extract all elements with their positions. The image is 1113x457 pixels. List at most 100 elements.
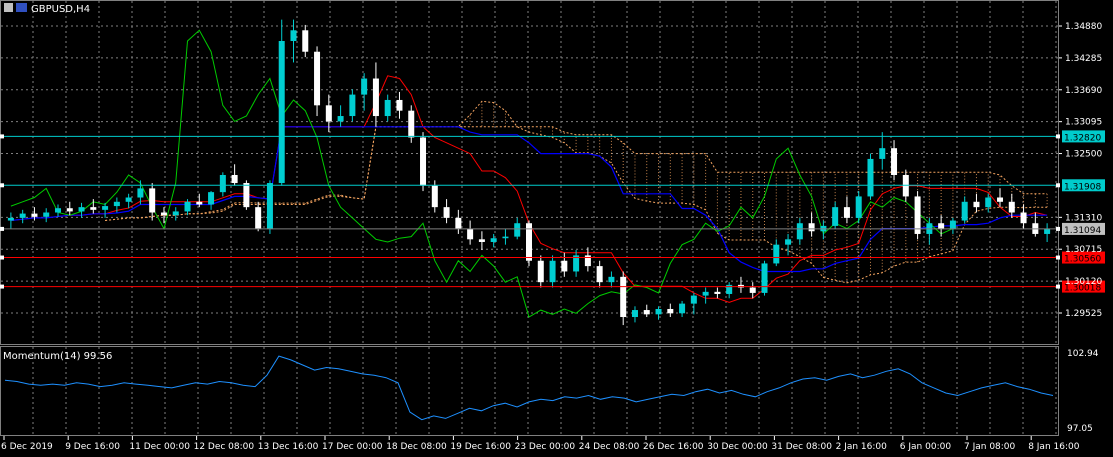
candle-body[interactable]: [384, 99, 391, 117]
candle-body[interactable]: [561, 260, 568, 272]
candle-body[interactable]: [867, 158, 874, 197]
time-axis-label: 6 Dec 2019: [1, 442, 53, 452]
candle-body[interactable]: [537, 260, 544, 283]
candle-body[interactable]: [467, 228, 474, 240]
candle-body[interactable]: [43, 212, 50, 217]
candle-body[interactable]: [502, 236, 509, 239]
candle-body[interactable]: [396, 99, 403, 111]
candle-body[interactable]: [196, 201, 203, 205]
candle-body[interactable]: [584, 255, 591, 267]
candle-body[interactable]: [949, 220, 956, 229]
price-tag-label: 1.31094: [1064, 226, 1101, 236]
price-line-handle[interactable]: [1056, 284, 1060, 289]
candle-body[interactable]: [349, 94, 356, 117]
candle-body[interactable]: [172, 211, 179, 216]
candle-body[interactable]: [231, 174, 238, 184]
candle-body[interactable]: [714, 291, 721, 294]
grid: [0, 0, 1059, 436]
price-line-handle[interactable]: [0, 226, 4, 231]
candle-body[interactable]: [455, 217, 462, 229]
candle-body[interactable]: [843, 207, 850, 218]
candle-body[interactable]: [160, 212, 167, 216]
candle-body[interactable]: [266, 183, 273, 229]
candle-body[interactable]: [219, 174, 226, 193]
candle-body[interactable]: [102, 206, 109, 210]
candle-body[interactable]: [78, 207, 85, 212]
candle-body[interactable]: [631, 310, 638, 318]
candle-body[interactable]: [125, 197, 132, 202]
candle-body[interactable]: [290, 30, 297, 42]
candle-body[interactable]: [973, 201, 980, 208]
candle-body[interactable]: [149, 188, 156, 213]
candle-body[interactable]: [443, 207, 450, 218]
candle-body[interactable]: [761, 263, 768, 293]
candle-body[interactable]: [914, 196, 921, 234]
candle-body[interactable]: [31, 213, 38, 217]
candle-body[interactable]: [337, 116, 344, 122]
candle-body[interactable]: [620, 276, 627, 318]
candle-body[interactable]: [66, 208, 73, 212]
candle-body[interactable]: [243, 183, 250, 208]
candle-body[interactable]: [7, 217, 14, 221]
candle-body[interactable]: [420, 137, 427, 186]
candle-body[interactable]: [702, 291, 709, 296]
price-line-handle[interactable]: [0, 284, 4, 289]
price-line-handle[interactable]: [1056, 255, 1060, 260]
candle-body[interactable]: [184, 201, 191, 212]
price-line-handle[interactable]: [0, 255, 4, 260]
candle-body[interactable]: [667, 308, 674, 314]
candle-body[interactable]: [961, 201, 968, 221]
candle-body[interactable]: [938, 223, 945, 229]
candle-body[interactable]: [431, 185, 438, 208]
momentum-axis-label: 97.05: [1067, 424, 1093, 434]
candle-body[interactable]: [655, 308, 662, 315]
candle-body[interactable]: [19, 213, 26, 218]
candle-body[interactable]: [490, 238, 497, 242]
candle-body[interactable]: [113, 201, 120, 207]
candle-body[interactable]: [855, 196, 862, 218]
candle-body[interactable]: [879, 148, 886, 159]
candle-body[interactable]: [985, 197, 992, 208]
candle-body[interactable]: [596, 266, 603, 283]
candle-body[interactable]: [302, 30, 309, 52]
candle-body[interactable]: [643, 310, 650, 315]
candle-body[interactable]: [54, 208, 61, 213]
candle-body[interactable]: [325, 105, 332, 122]
candle-body[interactable]: [608, 276, 615, 283]
candle-body[interactable]: [478, 239, 485, 242]
candle-body[interactable]: [1008, 201, 1015, 213]
chart-menu-icon[interactable]: [4, 3, 13, 12]
candle-body[interactable]: [785, 239, 792, 245]
candle-body[interactable]: [314, 51, 321, 106]
candle-body[interactable]: [832, 207, 839, 226]
candle-body[interactable]: [796, 223, 803, 240]
candle-body[interactable]: [361, 78, 368, 95]
chart-window[interactable]: 1.32820 1.31908 1.31094 1.30560 1.30018 1.34…: [0, 0, 1113, 457]
candle-body[interactable]: [549, 260, 556, 283]
time-axis-label: 24 Dec 08:00: [579, 442, 640, 452]
candle-body[interactable]: [808, 223, 815, 232]
candle-body[interactable]: [514, 223, 521, 237]
candle-body[interactable]: [255, 207, 262, 229]
candle-body[interactable]: [90, 207, 97, 210]
candle-body[interactable]: [137, 188, 144, 198]
candle-body[interactable]: [1020, 212, 1027, 224]
chart-canvas[interactable]: 1.328201.319081.310941.305601.30018 1.34…: [0, 0, 1113, 457]
price-axis-label: 1.30120: [1065, 277, 1102, 287]
candle-body[interactable]: [372, 78, 379, 117]
price-line-handle[interactable]: [1056, 226, 1060, 231]
price-line-handle[interactable]: [1056, 134, 1060, 139]
price-line-handle[interactable]: [0, 134, 4, 139]
candle-body[interactable]: [679, 303, 686, 314]
candle-body[interactable]: [773, 244, 780, 264]
candle-body[interactable]: [690, 295, 697, 304]
candle-body[interactable]: [749, 287, 756, 293]
candle-body[interactable]: [997, 197, 1004, 202]
candle-body[interactable]: [408, 110, 415, 138]
candle-body[interactable]: [208, 192, 215, 205]
price-line-handle[interactable]: [0, 183, 4, 188]
candle-body[interactable]: [278, 41, 285, 184]
candle-body[interactable]: [891, 148, 898, 175]
price-line-handle[interactable]: [1056, 183, 1060, 188]
candles[interactable]: [7, 19, 1051, 326]
